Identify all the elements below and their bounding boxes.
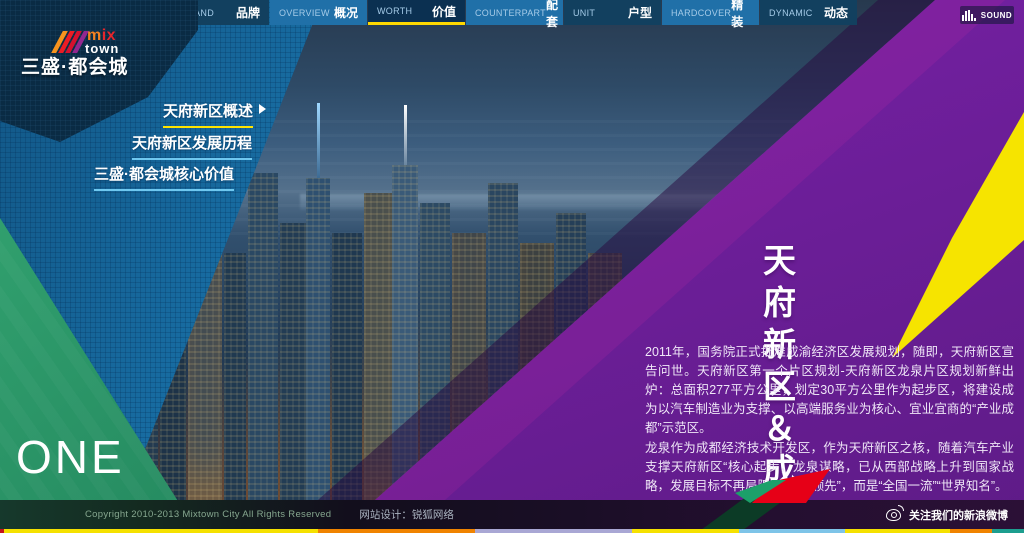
spire-antenna-white bbox=[404, 105, 407, 165]
weibo-link[interactable]: 关注我们的新浪微博 bbox=[886, 507, 1008, 523]
weibo-icon bbox=[886, 509, 901, 521]
side-menu-item-core-value[interactable]: 三盛·都会城核心价值 bbox=[0, 163, 234, 191]
nav-item-hardcover[interactable]: HARDCOVER精装 bbox=[662, 0, 759, 25]
sound-label: SOUND bbox=[981, 11, 1012, 20]
design-credit: 网站设计：锐狐网络 bbox=[359, 507, 454, 522]
paragraph-2: 龙泉作为成都经济技术开发区，作为天府新区之核，随着汽车产业支撑天府新区“核心起步… bbox=[645, 439, 1014, 496]
nav-item-overview[interactable]: OVERVIEW概况 bbox=[270, 0, 367, 25]
equalizer-icon bbox=[962, 10, 976, 21]
nav-item-counterpart[interactable]: COUNTERPART配套 bbox=[466, 0, 563, 25]
nav-item-unit[interactable]: UNIT户型 bbox=[564, 0, 661, 25]
section-number: ONE bbox=[16, 430, 125, 484]
weibo-label: 关注我们的新浪微博 bbox=[909, 507, 1008, 523]
body-text: 2011年，国务院正式批准成渝经济区发展规划，随即，天府新区宣告问世。天府新区第… bbox=[645, 343, 1014, 496]
nav-item-worth[interactable]: WORTH价值 bbox=[368, 0, 465, 25]
bottom-color-line bbox=[0, 529, 1024, 533]
paragraph-1: 2011年，国务院正式批准成渝经济区发展规划，随即，天府新区宣告问世。天府新区第… bbox=[645, 343, 1014, 438]
side-menu-item-history[interactable]: 天府新区发展历程 bbox=[0, 132, 252, 160]
logo-chinese-name: 三盛·都会城 bbox=[21, 52, 128, 79]
top-navigation: BRAND品牌 OVERVIEW概况 WORTH价值 COUNTERPART配套… bbox=[172, 0, 858, 25]
copyright-text: Copyright 2010-2013 Mixtown City All Rig… bbox=[85, 509, 331, 520]
active-arrow-icon bbox=[259, 104, 266, 114]
page: ONE mmixix town 三盛·都会城 BRAND品牌 OVERVIEW概… bbox=[0, 0, 1024, 533]
nav-item-dynamic[interactable]: DYNAMIC动态 bbox=[760, 0, 857, 25]
footer: Copyright 2010-2013 Mixtown City All Rig… bbox=[0, 500, 1024, 529]
spire-antenna-blue bbox=[317, 103, 320, 178]
sound-toggle-button[interactable]: SOUND bbox=[960, 6, 1014, 24]
